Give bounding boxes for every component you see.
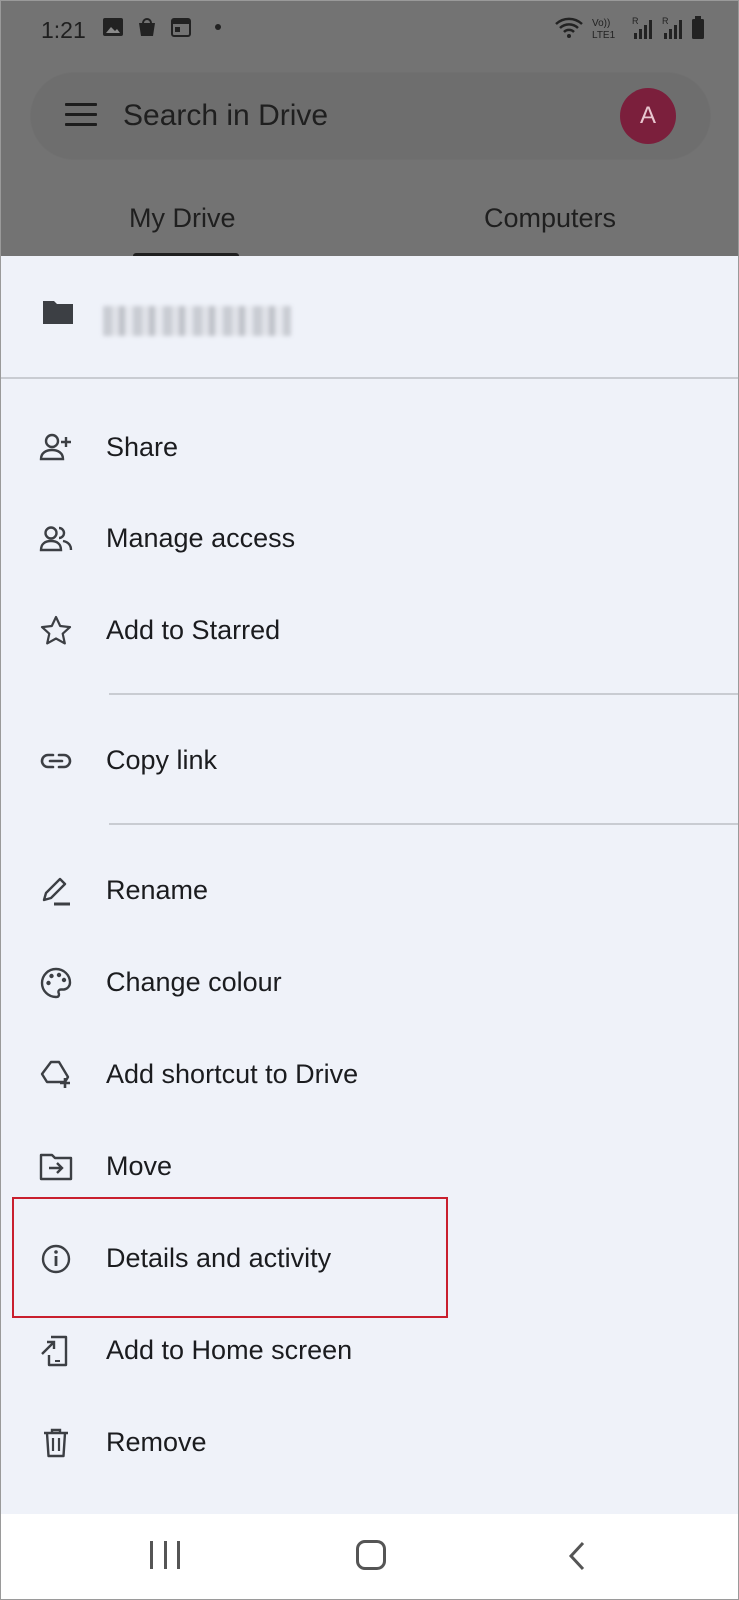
- signal-icon-2: R: [662, 16, 682, 39]
- home-button[interactable]: [356, 1540, 386, 1570]
- tab-computers[interactable]: Computers: [484, 203, 616, 234]
- calendar-icon: [171, 18, 191, 37]
- folder-icon: [43, 301, 73, 324]
- notification-dot: [215, 24, 221, 30]
- add-to-home-icon: [41, 1335, 68, 1367]
- menu-item-label: Add shortcut to Drive: [106, 1059, 359, 1089]
- system-nav-bar: [1, 1514, 738, 1599]
- sheet-header: [1, 256, 738, 379]
- menu-item-rename[interactable]: Rename: [1, 846, 738, 938]
- menu-item-label: Change colour: [106, 967, 282, 997]
- search-bar[interactable]: Search in Drive A: [31, 73, 710, 159]
- menu-item-add-to-home-screen[interactable]: Add to Home screen: [1, 1306, 738, 1398]
- menu-item-label: Manage access: [106, 523, 296, 553]
- phone-screen: 1:21 Vo)) LTE1 R R Search in Drive A My …: [0, 0, 739, 1600]
- volte-icon: Vo)) LTE1: [592, 18, 616, 41]
- people-icon: [39, 526, 73, 552]
- blurred-folder-name: [103, 306, 291, 336]
- pencil-icon: [42, 877, 70, 906]
- trash-icon: [44, 1428, 68, 1458]
- menu-item-add-to-starred[interactable]: Add to Starred: [1, 586, 738, 678]
- svg-text:Vo)): Vo)): [592, 18, 610, 29]
- search-placeholder[interactable]: Search in Drive: [123, 99, 328, 133]
- star-icon: [40, 615, 72, 645]
- menu-item-label: Add to Starred: [106, 615, 281, 645]
- svg-text:R: R: [662, 16, 669, 26]
- link-icon: [40, 753, 72, 769]
- svg-text:R: R: [632, 16, 639, 26]
- header-divider: [1, 377, 738, 379]
- menu-item-copy-link[interactable]: Copy link: [1, 716, 738, 808]
- menu-item-add-shortcut-to-drive[interactable]: Add shortcut to Drive: [1, 1030, 738, 1122]
- section-divider: [109, 823, 738, 825]
- menu-item-remove[interactable]: Remove: [1, 1398, 738, 1490]
- image-icon: [103, 18, 123, 36]
- menu-item-label: Copy link: [106, 745, 218, 775]
- palette-icon: [40, 967, 72, 999]
- drive-shortcut-icon: [40, 1060, 70, 1088]
- drive-background: 1:21 Vo)) LTE1 R R Search in Drive A My …: [1, 1, 738, 261]
- menu-item-share[interactable]: Share: [1, 403, 738, 495]
- menu-item-label: Remove: [106, 1427, 207, 1457]
- menu-item-change-colour[interactable]: Change colour: [1, 938, 738, 1030]
- status-icons-right: Vo)) LTE1 R R: [554, 15, 706, 41]
- recents-button[interactable]: [150, 1541, 180, 1569]
- highlight-box: [12, 1197, 448, 1318]
- signal-icon: R: [632, 16, 652, 39]
- folder-move-icon: [39, 1153, 73, 1181]
- svg-text:LTE1: LTE1: [592, 30, 616, 41]
- status-icons-left: [101, 15, 221, 39]
- menu-item-label: Rename: [106, 875, 209, 905]
- shopping-bag-icon: [139, 18, 155, 36]
- menu-item-label: Add to Home screen: [106, 1335, 353, 1365]
- status-bar: 1:21 Vo)) LTE1 R R: [1, 1, 738, 57]
- hamburger-menu-icon[interactable]: [65, 103, 97, 127]
- wifi-icon: [555, 17, 583, 38]
- back-chevron-icon[interactable]: [566, 1540, 588, 1572]
- menu-item-manage-access[interactable]: Manage access: [1, 494, 738, 586]
- menu-item-label: Share: [106, 432, 179, 462]
- battery-icon: [692, 16, 704, 39]
- section-divider: [109, 693, 738, 695]
- menu-item-label: Move: [106, 1151, 173, 1181]
- avatar[interactable]: A: [620, 88, 676, 144]
- person-add-icon: [39, 433, 71, 461]
- status-time: 1:21: [41, 17, 86, 43]
- action-bottom-sheet: Share Manage access Add to Starred Copy …: [1, 256, 738, 1516]
- drive-tabs: My Drive Computers: [1, 191, 738, 261]
- tab-my-drive[interactable]: My Drive: [129, 203, 236, 234]
